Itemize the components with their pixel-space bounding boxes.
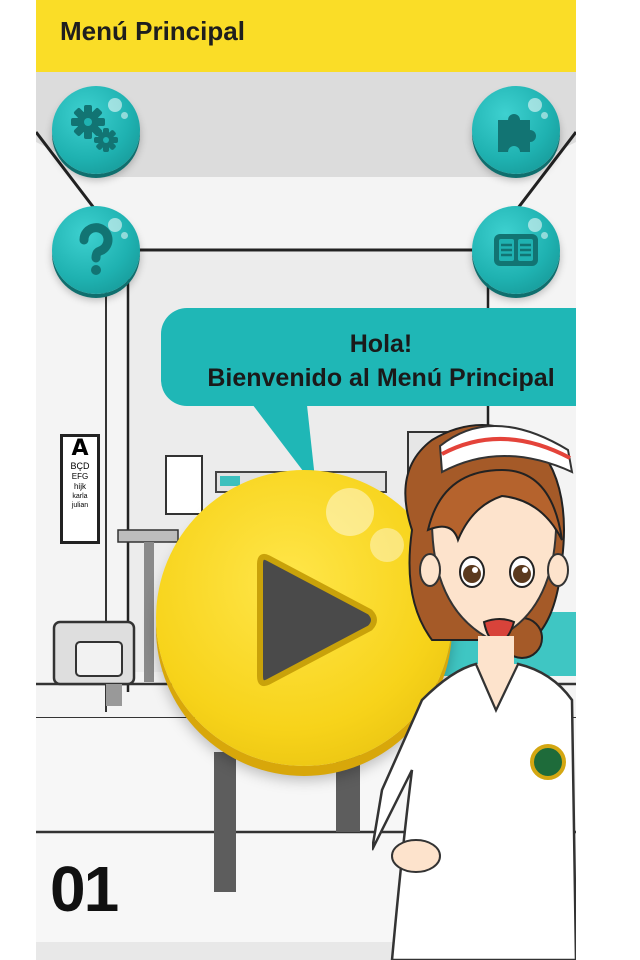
book-icon <box>494 234 538 266</box>
eye-chart-line: julian <box>71 502 89 509</box>
greeting-text: Hola! <box>349 330 413 358</box>
app-screen: Menú Principal A BÇD EFG hijk karla juli… <box>36 0 576 960</box>
welcome-text: Bienvenido al Menú Principal <box>207 364 555 392</box>
puzzle-button[interactable] <box>472 86 560 174</box>
help-button[interactable] <box>52 206 140 294</box>
eye-chart-line: EFG <box>71 472 89 481</box>
settings-button[interactable] <box>52 86 140 174</box>
gears-icon <box>71 105 118 152</box>
level-number: 01 <box>50 853 119 925</box>
header-bar: Menú Principal <box>36 0 576 72</box>
book-button[interactable] <box>472 206 560 294</box>
page-title: Menú Principal <box>60 16 245 46</box>
eye-chart-line: karla <box>72 493 88 500</box>
eye-chart-line: hijk <box>73 482 86 491</box>
nurse-character <box>372 424 576 960</box>
question-mark-icon <box>79 223 113 275</box>
eye-chart: A BÇD EFG hijk karla julian <box>60 434 100 544</box>
eye-chart-line: BÇD <box>70 461 90 471</box>
eye-chart-line: A <box>71 436 89 461</box>
speech-bubble: Hola! Bienvenido al Menú Principal <box>161 308 576 406</box>
puzzle-icon <box>498 114 536 152</box>
